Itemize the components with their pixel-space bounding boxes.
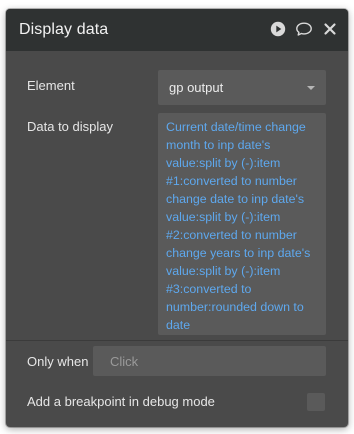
panel-title: Display data — [19, 21, 109, 38]
expression-text: Current date/time change month to inp dat… — [166, 118, 320, 334]
expression-line: number:rounded down to — [166, 300, 304, 314]
only-when-input[interactable]: Click — [93, 346, 326, 376]
expression-line: #1:converted to number — [166, 174, 297, 188]
titlebar-icons — [268, 19, 340, 39]
display-data-panel: Display data Element gp output Data to d… — [6, 9, 348, 427]
data-to-display-label: Data to display — [27, 119, 113, 134]
expression-line: value:split by (-):item — [166, 156, 281, 170]
expression-line: date — [166, 318, 191, 332]
section-divider — [6, 340, 348, 341]
breakpoint-checkbox[interactable] — [307, 393, 325, 411]
expression-line: Current date/time change — [166, 120, 306, 134]
play-icon[interactable] — [268, 19, 288, 39]
panel-titlebar[interactable]: Display data — [6, 9, 348, 51]
data-to-display-expression[interactable]: Current date/time change month to inp dat… — [158, 113, 326, 335]
expression-line: month to inp date's — [166, 138, 271, 152]
breakpoint-label: Add a breakpoint in debug mode — [27, 394, 215, 409]
expression-line: change years to inp date's — [166, 246, 311, 260]
element-dropdown[interactable]: gp output — [158, 70, 326, 105]
element-label: Element — [27, 78, 75, 93]
chevron-down-icon — [307, 86, 315, 90]
expression-line: #3:converted to — [166, 282, 252, 296]
only-when-label: Only when — [27, 354, 89, 369]
expression-line: #2:converted to number — [166, 228, 297, 242]
expression-line: value:split by (-):item — [166, 210, 281, 224]
close-icon[interactable] — [320, 19, 340, 39]
only-when-placeholder: Click — [110, 354, 139, 369]
main-fields: Element gp output Data to display Curren… — [6, 51, 348, 341]
comment-icon[interactable] — [294, 19, 314, 39]
element-dropdown-value: gp output — [169, 80, 224, 95]
expression-line: value:split by (-):item — [166, 264, 281, 278]
expression-line: change date to inp date's — [166, 192, 305, 206]
